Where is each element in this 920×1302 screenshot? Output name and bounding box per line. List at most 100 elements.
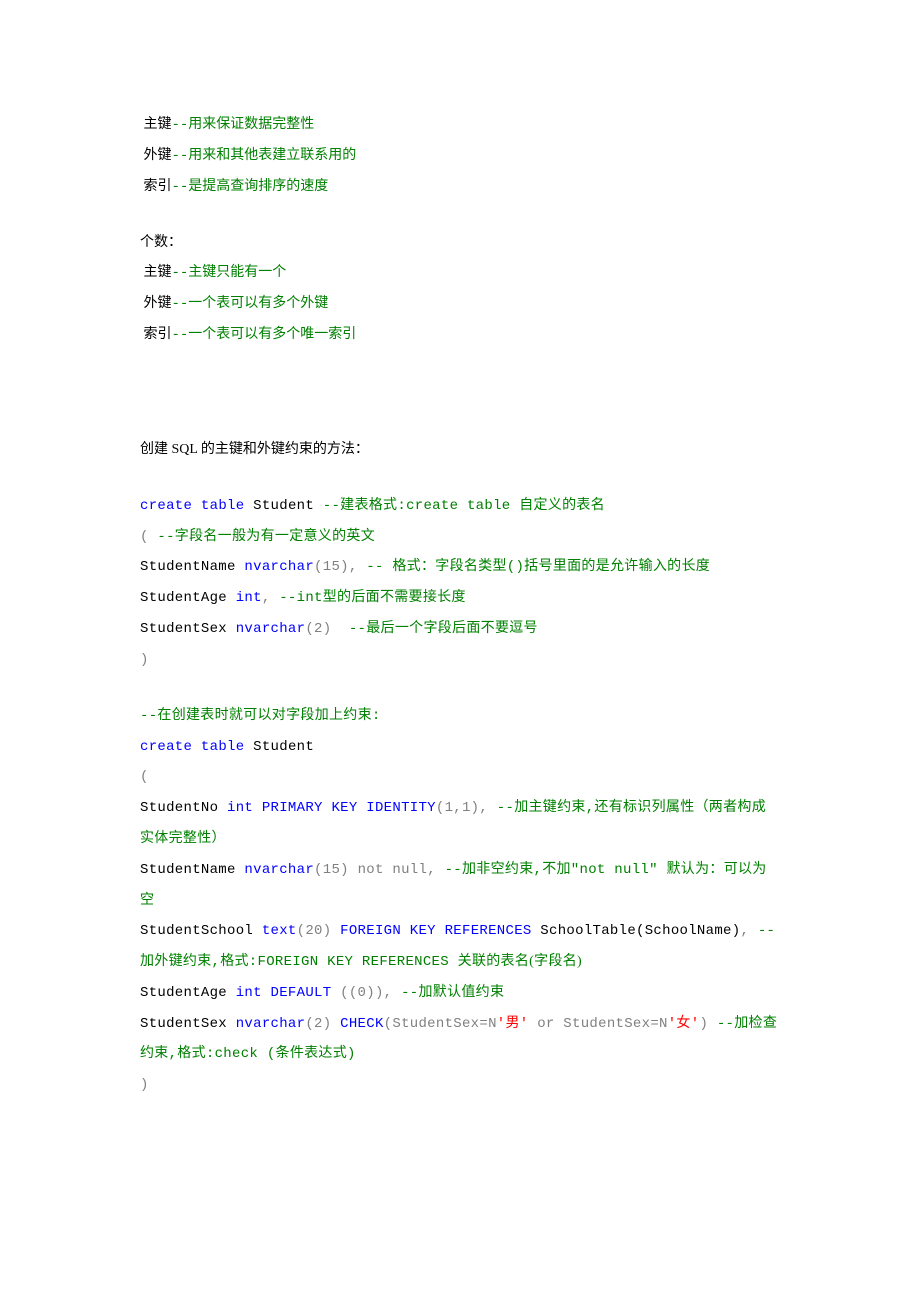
text-line: 索引--是提高查询排序的速度 bbox=[140, 172, 780, 203]
kw-or: or bbox=[529, 1016, 555, 1032]
kw-text: text bbox=[262, 923, 297, 939]
paren: ) bbox=[140, 1070, 780, 1101]
kw-check: CHECK bbox=[340, 1016, 384, 1032]
kw-null: null bbox=[384, 862, 428, 878]
kw-foreign: FOREIGN bbox=[340, 923, 401, 939]
comment: --int型的后面不需要接长度 bbox=[271, 590, 466, 606]
paren: (20) bbox=[297, 923, 341, 939]
comment: --字段名一般为有一定意义的英文 bbox=[149, 529, 375, 545]
kw-not: not bbox=[358, 862, 384, 878]
comment: --建表格式: bbox=[323, 498, 406, 514]
comma: , bbox=[479, 800, 488, 816]
ident: StudentAge bbox=[140, 590, 236, 606]
comma: , bbox=[262, 590, 271, 606]
comment: --最后一个字段后面不要逗号 bbox=[340, 621, 538, 637]
paren: (1,1) bbox=[436, 800, 480, 816]
kw-table: table bbox=[192, 498, 244, 514]
spacer bbox=[140, 676, 780, 701]
kw-int: int bbox=[227, 800, 253, 816]
section-title: 个数： bbox=[140, 228, 780, 259]
code-line: StudentNo int PRIMARY KEY IDENTITY(1,1),… bbox=[140, 793, 780, 855]
comment: --主键只能有一个 bbox=[172, 265, 287, 281]
kw-int: int bbox=[236, 590, 262, 606]
code-line: StudentSchool text(20) FOREIGN KEY REFER… bbox=[140, 916, 780, 978]
code-line: ) bbox=[140, 645, 780, 676]
code-line: StudentSex nvarchar(2) --最后一个字段后面不要逗号 bbox=[140, 614, 780, 645]
text-line: 主键--用来保证数据完整性 bbox=[140, 110, 780, 141]
paren: (15) bbox=[314, 862, 358, 878]
ident: Student bbox=[244, 739, 314, 755]
ident: Student bbox=[244, 498, 322, 514]
ident: SchoolTable(SchoolName) bbox=[532, 923, 741, 939]
ident: StudentNo bbox=[140, 800, 227, 816]
kw-nvarchar: nvarchar bbox=[236, 621, 306, 637]
comment: --一个表可以有多个外键 bbox=[172, 296, 329, 312]
kw-nvarchar: nvarchar bbox=[244, 862, 314, 878]
spacer bbox=[140, 466, 780, 491]
kw-key: KEY bbox=[401, 923, 436, 939]
comment: 关联的表名(字段名) bbox=[458, 954, 582, 969]
kw-primary: PRIMARY bbox=[253, 800, 323, 816]
label-fk: 外键 bbox=[140, 148, 172, 163]
kw-key: KEY bbox=[323, 800, 358, 816]
code-line: create table Student --建表格式:create table… bbox=[140, 491, 780, 522]
ident: StudentSex bbox=[140, 1016, 236, 1032]
kw-identity: IDENTITY bbox=[358, 800, 436, 816]
comment: --一个表可以有多个唯一索引 bbox=[172, 327, 357, 343]
kw-default: DEFAULT bbox=[262, 985, 332, 1001]
comment: --用来和其他表建立联系用的 bbox=[172, 148, 357, 164]
ident: StudentAge bbox=[140, 985, 236, 1001]
text-line: 索引--一个表可以有多个唯一索引 bbox=[140, 320, 780, 351]
comment: create table bbox=[406, 498, 519, 514]
kw-nvarchar: nvarchar bbox=[244, 559, 314, 575]
comment: FOREIGN KEY REFERENCES bbox=[258, 954, 458, 970]
text-line: 外键--一个表可以有多个外键 bbox=[140, 289, 780, 320]
comment: check (条件表达式) bbox=[215, 1046, 356, 1062]
code-line: StudentAge int DEFAULT ((0)), --加默认值约束 bbox=[140, 978, 780, 1009]
ident: StudentName bbox=[140, 559, 244, 575]
code-line: StudentSex nvarchar(2) CHECK(StudentSex=… bbox=[140, 1009, 780, 1071]
kw-nvarchar: nvarchar bbox=[236, 1016, 306, 1032]
label-index: 索引 bbox=[140, 179, 172, 194]
paren: ( bbox=[140, 762, 780, 793]
comment: -- 格式：字段名类型()括号里面的是允许输入的长度 bbox=[358, 559, 711, 575]
paren: (2) bbox=[305, 621, 340, 637]
paren: ) bbox=[699, 1016, 708, 1032]
comment: --在创建表时就可以对字段加上约束: bbox=[140, 701, 780, 732]
comma: , bbox=[740, 923, 749, 939]
kw-create: create bbox=[140, 498, 192, 514]
kw-table: table bbox=[192, 739, 244, 755]
label-index: 索引 bbox=[140, 327, 172, 342]
code-line: StudentName nvarchar(15) not null, --加非空… bbox=[140, 855, 780, 917]
kw-references: REFERENCES bbox=[436, 923, 532, 939]
comment: 自定义的表名 bbox=[519, 498, 605, 513]
spacer bbox=[140, 351, 780, 435]
spacer bbox=[140, 202, 780, 227]
paren: ( bbox=[140, 529, 149, 545]
expr: (StudentSex=N bbox=[384, 1016, 497, 1032]
text-line: 外键--用来和其他表建立联系用的 bbox=[140, 141, 780, 172]
label-pk: 主键 bbox=[140, 117, 172, 132]
code-line: create table Student bbox=[140, 732, 780, 763]
kw-create: create bbox=[140, 739, 192, 755]
comma: , bbox=[349, 559, 358, 575]
paren: ((0)) bbox=[331, 985, 383, 1001]
text-line: 主键--主键只能有一个 bbox=[140, 258, 780, 289]
comment: --用来保证数据完整性 bbox=[172, 117, 315, 133]
paren: (15) bbox=[314, 559, 349, 575]
code-line: StudentAge int, --int型的后面不需要接长度 bbox=[140, 583, 780, 614]
ident: StudentSex bbox=[140, 621, 236, 637]
comment: --是提高查询排序的速度 bbox=[172, 179, 329, 195]
kw-int: int bbox=[236, 985, 262, 1001]
string-literal: '男' bbox=[497, 1016, 529, 1032]
code-line: ( --字段名一般为有一定意义的英文 bbox=[140, 522, 780, 553]
label-pk: 主键 bbox=[140, 265, 172, 280]
string-literal: '女' bbox=[668, 1016, 700, 1032]
section-title: 创建 SQL 的主键和外键约束的方法： bbox=[140, 435, 780, 466]
ident: StudentName bbox=[140, 862, 244, 878]
document-page: 主键--用来保证数据完整性 外键--用来和其他表建立联系用的 索引--是提高查询… bbox=[0, 0, 920, 1302]
comment: --加默认值约束 bbox=[392, 985, 504, 1001]
label-fk: 外键 bbox=[140, 296, 172, 311]
comma: , bbox=[427, 862, 436, 878]
ident: StudentSchool bbox=[140, 923, 262, 939]
